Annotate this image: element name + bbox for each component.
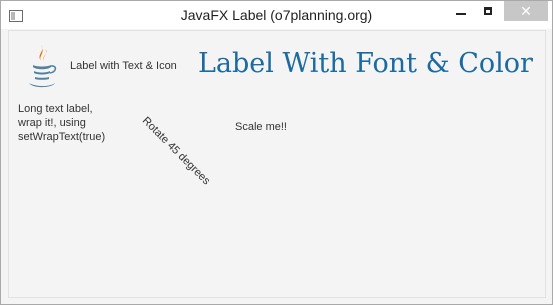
close-button[interactable]: ✕ xyxy=(504,1,548,21)
label-font-and-color: Label With Font & Color xyxy=(198,48,533,79)
close-icon: ✕ xyxy=(520,3,532,19)
maximize-button[interactable] xyxy=(476,1,502,21)
label-text-and-icon: Label with Text & Icon xyxy=(70,60,177,72)
minimize-icon xyxy=(456,13,466,15)
title-bar[interactable]: JavaFX Label (o7planning.org) ✕ xyxy=(1,1,552,29)
label-scale-me: Scale me!! xyxy=(235,121,287,133)
label-wrap-text: Long text label, wrap it!, using setWrap… xyxy=(18,103,106,143)
minimize-button[interactable] xyxy=(448,1,474,21)
maximize-icon xyxy=(484,7,492,15)
application-window: JavaFX Label (o7planning.org) ✕ Label wi… xyxy=(0,0,553,305)
java-icon xyxy=(29,45,57,88)
